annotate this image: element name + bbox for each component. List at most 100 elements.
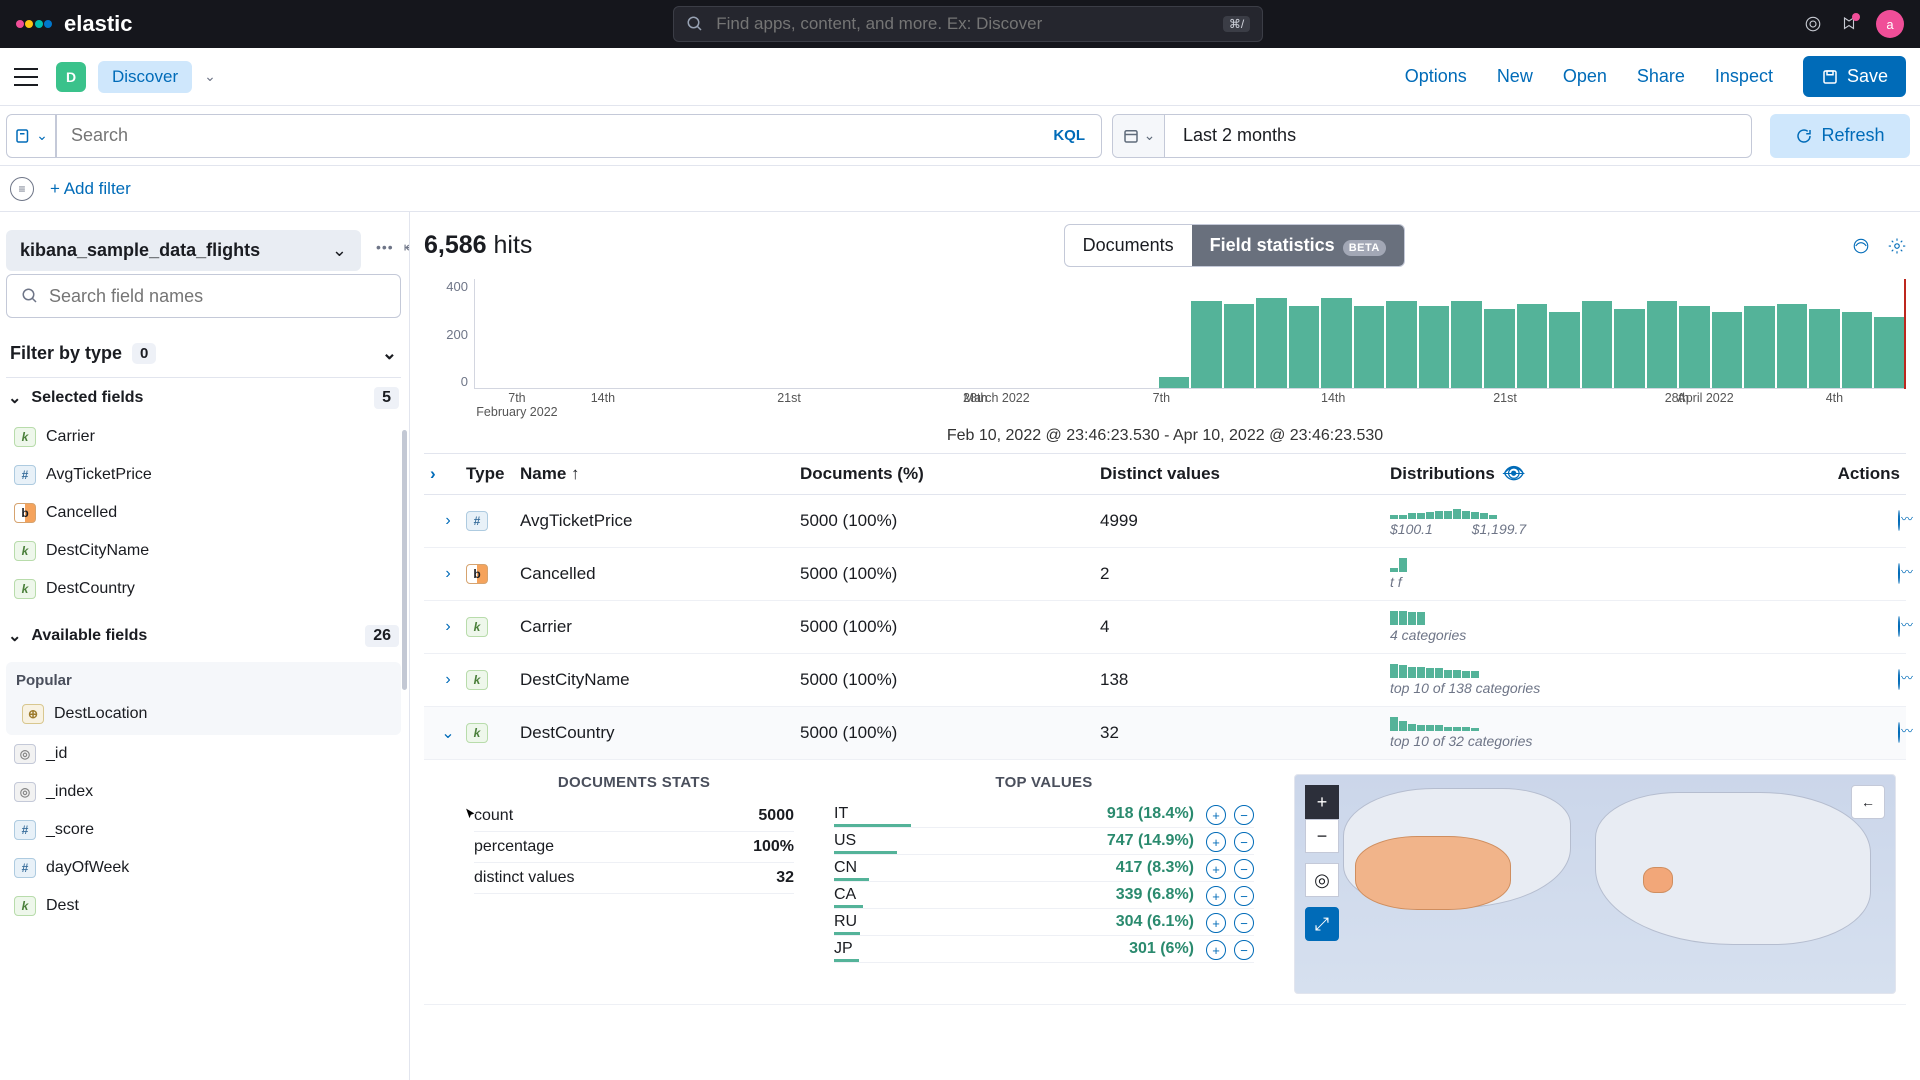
open-link[interactable]: Open [1563,66,1607,87]
histogram-bar [1484,309,1515,388]
field-search[interactable] [6,274,401,318]
explore-in-lens-icon[interactable] [1898,616,1900,637]
newsfeed-icon[interactable] [1840,15,1858,33]
filter-by-type-toggle[interactable]: Filter by type 0 ⌄ [6,330,401,378]
filter-for-icon[interactable]: + [1206,832,1226,852]
row-docs: 5000 (100%) [800,617,1100,637]
map-fullscreen-button[interactable]: ⤢ [1305,907,1339,941]
expand-row-chevron-icon[interactable]: › [430,565,466,583]
time-histogram[interactable]: 400 200 0 7thFebruary 202214th21st28thMa… [424,279,1906,419]
tab-documents[interactable]: Documents [1065,225,1192,266]
eye-off-icon[interactable]: 👁 [1503,464,1525,483]
field-type-badge: # [14,465,36,485]
new-link[interactable]: New [1497,66,1533,87]
expand-row-chevron-icon[interactable]: ⌄ [430,723,466,743]
explore-in-lens-icon[interactable] [1898,669,1900,690]
global-search-input[interactable] [716,14,1211,34]
settings-gear-icon[interactable] [1888,237,1906,255]
options-link[interactable]: Options [1405,66,1467,87]
user-avatar[interactable]: a [1876,10,1904,38]
x-tick-label: 14th [1321,391,1345,405]
field-item[interactable]: kDest [6,887,401,925]
field-item[interactable]: ◎ _id [6,735,401,773]
expand-row-chevron-icon[interactable]: › [430,618,466,636]
expand-all-chevron-icon[interactable]: › [430,464,436,483]
field-item[interactable]: # AvgTicketPrice [6,456,401,494]
filter-out-icon[interactable]: − [1234,832,1254,852]
field-item[interactable]: ⊕DestLocation [14,695,393,733]
explore-in-lens-icon[interactable] [1898,722,1900,743]
field-item[interactable]: #dayOfWeek [6,849,401,887]
histogram-bar [1549,312,1580,388]
map-zoom-in-button[interactable]: + [1305,785,1339,819]
row-distribution: top 10 of 32 categories [1390,717,1820,749]
doc-stat-row: percentage100% [474,832,794,863]
field-item[interactable]: kDestCityName [6,532,401,570]
share-link[interactable]: Share [1637,66,1685,87]
sidebar-collapse-icon[interactable]: ⇤ [404,239,410,256]
global-search[interactable]: ⌘/ [673,6,1263,42]
chevron-down-icon[interactable]: ⌄ [204,68,216,85]
top-value-row: RU304 (6.1%) +− [834,909,1254,936]
available-fields-header[interactable]: ⌄ Available fields 26 [6,616,401,656]
time-range-caption: Feb 10, 2022 @ 23:46:23.530 - Apr 10, 20… [424,427,1906,445]
filter-out-icon[interactable]: − [1234,859,1254,879]
query-input[interactable] [71,125,1087,146]
tab-field-statistics[interactable]: Field statisticsBETA [1192,225,1404,266]
refresh-button[interactable]: Refresh [1770,114,1910,158]
filter-out-icon[interactable]: − [1234,805,1254,825]
field-item[interactable]: kDestCountry [6,570,401,608]
kql-toggle[interactable]: KQL [1053,127,1085,144]
map-zoom-out-button[interactable]: − [1305,819,1339,853]
elastic-logo[interactable]: elastic [16,11,133,37]
map-legend-toggle-icon[interactable]: ← [1851,785,1885,819]
expand-row-chevron-icon[interactable]: › [430,512,466,530]
filter-for-icon[interactable]: + [1206,886,1226,906]
chart-options-icon[interactable] [1852,237,1870,255]
fieldstats-table-header: › Type Name ↑ Documents (%) Distinct val… [424,453,1906,495]
filter-out-icon[interactable]: − [1234,886,1254,906]
filter-for-icon[interactable]: + [1206,913,1226,933]
expand-row-chevron-icon[interactable]: › [430,671,466,689]
help-icon[interactable] [1804,15,1822,33]
filter-settings-icon[interactable]: ≡ [10,177,34,201]
calendar-icon [1122,127,1140,145]
choropleth-map[interactable]: + − ◎ ⤢ ← [1294,774,1896,994]
row-distribution: 4 categories [1390,611,1820,643]
field-name: _id [46,745,67,763]
filter-for-icon[interactable]: + [1206,940,1226,960]
dataview-switch-button[interactable]: ⌄ [6,114,56,158]
x-tick-label: 14th [591,391,615,405]
map-fit-bounds-button[interactable]: ◎ [1305,863,1339,897]
field-item[interactable]: kCarrier [6,418,401,456]
app-icon-discover[interactable]: D [56,62,86,92]
calendar-icon-button[interactable]: ⌄ [1113,115,1165,157]
filter-for-icon[interactable]: + [1206,805,1226,825]
filter-out-icon[interactable]: − [1234,913,1254,933]
histogram-bar [1256,298,1287,388]
save-button[interactable]: Save [1803,56,1906,97]
field-item[interactable]: #_score [6,811,401,849]
field-name: dayOfWeek [46,859,129,877]
field-type-badge: ⊕ [22,704,44,724]
add-filter-button[interactable]: + Add filter [50,179,131,199]
field-name: AvgTicketPrice [46,466,152,484]
date-picker[interactable]: ⌄ Last 2 months [1112,114,1752,158]
breadcrumb-discover[interactable]: Discover [98,61,192,93]
filter-for-icon[interactable]: + [1206,859,1226,879]
field-item[interactable]: bCancelled [6,494,401,532]
query-bar[interactable]: KQL [56,114,1102,158]
field-type-badge: ◎ [14,744,36,764]
filter-out-icon[interactable]: − [1234,940,1254,960]
nav-toggle-icon[interactable] [14,68,38,86]
index-pattern-selector[interactable]: kibana_sample_data_flights ⌄ [6,230,361,271]
field-item[interactable]: ◎_index [6,773,401,811]
field-search-input[interactable] [49,286,386,307]
x-tick-label: 4th [1826,391,1843,405]
inspect-link[interactable]: Inspect [1715,66,1773,87]
explore-in-lens-icon[interactable] [1898,510,1900,531]
field-add-icon[interactable]: ••• [376,239,394,256]
explore-in-lens-icon[interactable] [1898,563,1900,584]
scrollbar[interactable] [402,430,407,690]
selected-fields-header[interactable]: ⌄ Selected fields 5 [6,378,401,418]
